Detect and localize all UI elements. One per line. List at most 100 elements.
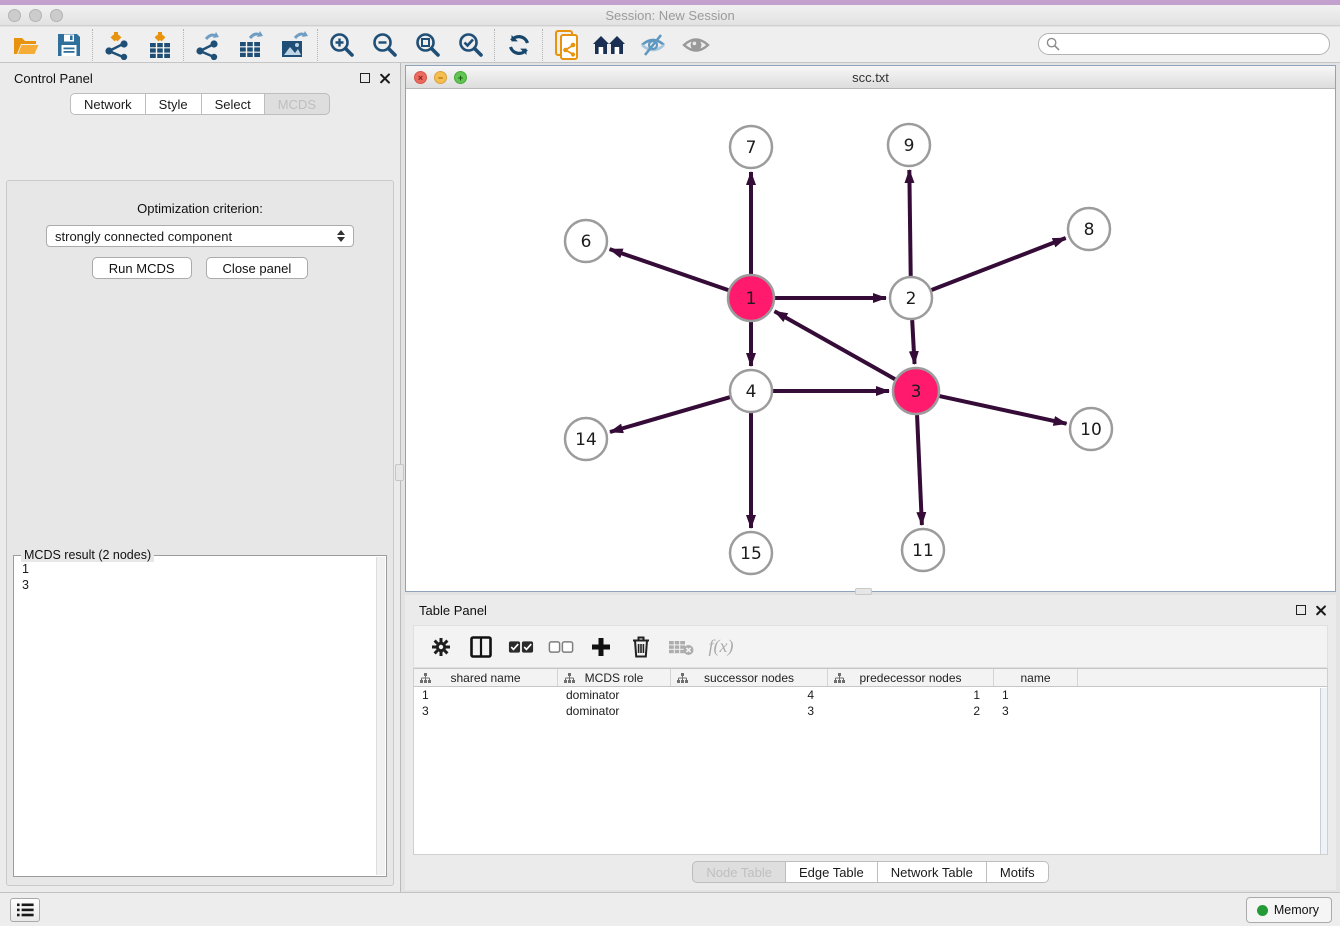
clone-network-button[interactable] [545,28,588,62]
table-cell[interactable]: 1 [994,687,1078,703]
table-row[interactable]: 1dominator411 [414,687,1327,703]
show-all-button[interactable] [674,28,717,62]
select-all-rows-button[interactable] [508,634,534,660]
export-image-button[interactable] [272,28,315,62]
network-minimize-button[interactable]: − [434,71,447,84]
run-mcds-button[interactable]: Run MCDS [92,257,192,279]
close-panel-button[interactable]: Close panel [206,257,309,279]
graph-node-2[interactable]: 2 [890,277,932,319]
hide-selected-button[interactable] [631,28,674,62]
delete-rows-button[interactable] [628,634,654,660]
network-close-button[interactable]: × [414,71,427,84]
tab-style[interactable]: Style [146,93,202,115]
memory-button[interactable]: Memory [1246,897,1332,923]
save-session-button[interactable] [47,28,90,62]
table-panel-title: Table Panel [419,603,1296,618]
graph-node-8[interactable]: 8 [1068,208,1110,250]
network-maximize-button[interactable]: + [454,71,467,84]
float-table-panel-icon[interactable] [1296,605,1306,615]
graph-node-10[interactable]: 10 [1070,408,1112,450]
table-cell[interactable]: 3 [671,703,828,719]
mcds-result-text[interactable]: 1 3 [15,557,376,875]
minimize-window-button[interactable] [29,9,42,22]
graph-node-1[interactable]: 1 [728,275,774,321]
criterion-select[interactable]: strongly connected component [46,225,354,247]
column-visibility-button[interactable] [468,634,494,660]
task-history-button[interactable] [10,898,40,922]
tab-select[interactable]: Select [202,93,265,115]
zoom-out-button[interactable] [363,28,406,62]
table-cell[interactable]: 4 [671,687,828,703]
open-session-button[interactable] [4,28,47,62]
graph-edge-3-11[interactable] [917,415,922,525]
tab-mcds[interactable]: MCDS [265,93,330,115]
table-cell[interactable]: dominator [558,687,671,703]
tab-motifs[interactable]: Motifs [987,861,1049,883]
import-network-button[interactable] [95,28,138,62]
horizontal-splitter-handle[interactable] [855,588,872,595]
graph-node-6[interactable]: 6 [565,220,607,262]
column-header-MCDS-role[interactable]: MCDS role [558,669,671,686]
column-header-name[interactable]: name [994,669,1078,686]
vertical-splitter-handle[interactable] [395,464,404,481]
mcds-result-scrollbar[interactable] [376,557,385,875]
table-cell[interactable]: 3 [414,703,558,719]
table-cell[interactable]: 1 [828,687,994,703]
table-options-button[interactable] [428,634,454,660]
float-panel-icon[interactable] [360,73,370,83]
graph-edge-4-14[interactable] [610,397,730,432]
import-table-button[interactable] [138,28,181,62]
export-network-button[interactable] [186,28,229,62]
close-table-panel-icon[interactable] [1315,605,1326,616]
export-table-button[interactable] [229,28,272,62]
table-cell[interactable]: 3 [994,703,1078,719]
window-controls-inactive[interactable] [8,9,63,22]
network-window-titlebar[interactable]: × − + scc.txt [406,66,1335,89]
zoom-fit-button[interactable] [406,28,449,62]
node-table-header: shared nameMCDS rolesuccessor nodesprede… [414,668,1327,687]
delete-table-button [668,634,694,660]
zoom-in-button[interactable] [320,28,363,62]
table-row[interactable]: 3dominator323 [414,703,1327,719]
tab-network-table[interactable]: Network Table [878,861,987,883]
apply-layout-button[interactable] [497,28,540,62]
graph-edge-3-10[interactable] [939,396,1066,424]
zoom-selected-button[interactable] [449,28,492,62]
graph-node-15[interactable]: 15 [730,532,772,574]
graph-edge-1-6[interactable] [610,249,729,290]
tab-edge-table[interactable]: Edge Table [786,861,878,883]
graph-node-4[interactable]: 4 [730,370,772,412]
close-panel-icon[interactable] [379,73,390,84]
close-window-button[interactable] [8,9,21,22]
graph-edge-2-8[interactable] [932,238,1066,290]
deselect-all-rows-button[interactable] [548,634,574,660]
table-cell[interactable]: 2 [828,703,994,719]
graph-node-11[interactable]: 11 [902,529,944,571]
zoom-selected-icon [457,31,485,59]
first-neighbors-button[interactable] [588,28,631,62]
plus-icon [590,636,612,658]
table-scrollbar[interactable] [1320,688,1327,854]
column-header-predecessor-nodes[interactable]: predecessor nodes [828,669,994,686]
control-panel: Control Panel NetworkStyleSelectMCDS Opt… [0,63,401,892]
search-field[interactable] [1038,33,1330,55]
table-cell[interactable]: dominator [558,703,671,719]
network-canvas[interactable]: 7 9 6 8 1 2 4 3 14 10 15 11 [406,89,1335,591]
column-header-shared-name[interactable]: shared name [414,669,558,686]
network-graph[interactable]: 7 9 6 8 1 2 4 3 14 10 15 11 [406,89,1335,591]
tab-node-table[interactable]: Node Table [692,861,786,883]
zoom-window-button[interactable] [50,9,63,22]
graph-edge-3-1[interactable] [775,311,896,379]
graph-node-3[interactable]: 3 [893,368,939,414]
graph-edge-2-9[interactable] [909,170,910,276]
export-network-icon [193,30,223,60]
column-header-successor-nodes[interactable]: successor nodes [671,669,828,686]
graph-node-9[interactable]: 9 [888,124,930,166]
graph-node-14[interactable]: 14 [565,418,607,460]
table-cell[interactable]: 1 [414,687,558,703]
add-row-button[interactable] [588,634,614,660]
graph-edge-2-3[interactable] [912,320,914,364]
tab-network[interactable]: Network [70,93,146,115]
graph-node-7[interactable]: 7 [730,126,772,168]
search-input[interactable] [1060,35,1329,53]
